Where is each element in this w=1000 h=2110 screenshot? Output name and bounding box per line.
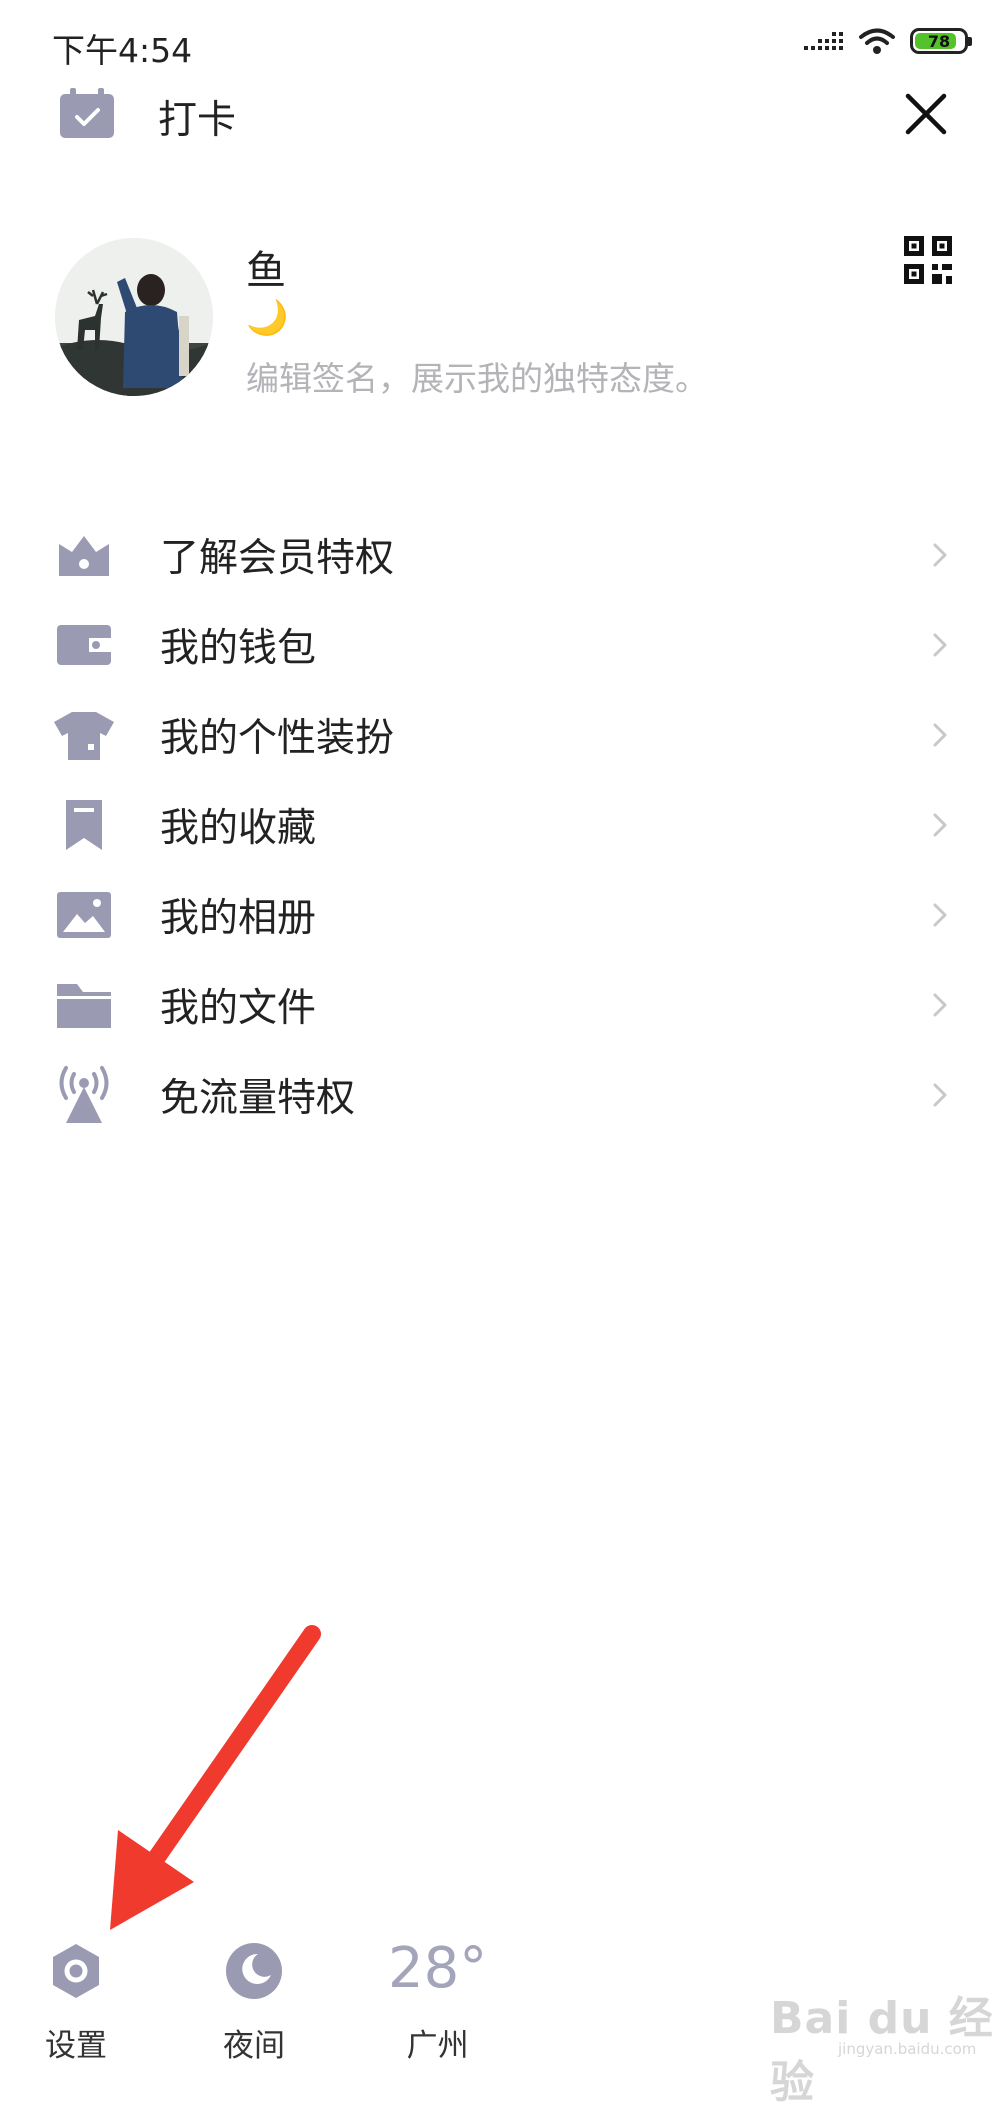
close-button[interactable] bbox=[898, 86, 954, 142]
night-mode-button[interactable]: 夜间 bbox=[223, 1940, 285, 2065]
signal-tower-icon bbox=[52, 1063, 116, 1127]
wifi-icon bbox=[859, 28, 895, 54]
status-time: 下午4:54 bbox=[52, 31, 193, 70]
menu-item-label: 我的个性装扮 bbox=[160, 716, 395, 761]
chevron-right-icon bbox=[933, 903, 947, 927]
photo-icon bbox=[52, 883, 116, 947]
menu-item-favorites[interactable]: 我的收藏 bbox=[0, 775, 1000, 875]
folder-icon bbox=[52, 973, 116, 1037]
cellular-signal-icon bbox=[804, 32, 843, 50]
chevron-right-icon bbox=[933, 723, 947, 747]
wallet-icon bbox=[52, 613, 116, 677]
settings-button[interactable]: 设置 bbox=[45, 1940, 107, 2065]
settings-label: 设置 bbox=[45, 2028, 107, 2064]
settings-icon bbox=[53, 1944, 99, 1998]
annotation-arrow bbox=[110, 1625, 321, 1930]
menu-item-files[interactable]: 我的文件 bbox=[0, 955, 1000, 1055]
status-moon-emoji[interactable]: 🌙 bbox=[246, 298, 288, 338]
menu-item-label: 了解会员特权 bbox=[160, 536, 395, 581]
chevron-right-icon bbox=[933, 543, 947, 567]
battery-level: 78 bbox=[927, 31, 951, 51]
chevron-right-icon bbox=[933, 1083, 947, 1107]
qr-code-icon[interactable] bbox=[904, 236, 952, 284]
chevron-right-icon bbox=[933, 993, 947, 1017]
menu-item-theme[interactable]: 我的个性装扮 bbox=[0, 685, 1000, 785]
menu-item-label: 免流量特权 bbox=[160, 1076, 356, 1121]
menu-item-label: 我的相册 bbox=[160, 896, 317, 941]
battery-indicator: 78 bbox=[910, 28, 972, 54]
username[interactable]: 鱼 bbox=[246, 238, 286, 296]
menu-item-label: 我的收藏 bbox=[160, 806, 317, 851]
menu-item-album[interactable]: 我的相册 bbox=[0, 865, 1000, 965]
status-icons: 78 bbox=[804, 26, 972, 56]
crown-icon bbox=[52, 523, 116, 587]
menu-item-free-data[interactable]: 免流量特权 bbox=[0, 1045, 1000, 1145]
bookmark-icon bbox=[52, 793, 116, 857]
shirt-icon bbox=[52, 703, 116, 767]
menu-item-label: 我的文件 bbox=[160, 986, 317, 1031]
watermark-url: jingyan.baidu.com bbox=[838, 2040, 977, 2058]
weather-city: 广州 bbox=[406, 2028, 469, 2064]
night-mode-label: 夜间 bbox=[223, 2028, 285, 2064]
chevron-right-icon bbox=[933, 813, 947, 837]
menu-item-label: 我的钱包 bbox=[160, 626, 317, 671]
checkin-label[interactable]: 打卡 bbox=[158, 89, 236, 145]
calendar-check-icon[interactable] bbox=[58, 88, 116, 144]
weather-temperature: 28° bbox=[388, 1936, 488, 2001]
weather-widget[interactable]: 28° 广州 bbox=[388, 1940, 487, 2065]
chevron-right-icon bbox=[933, 633, 947, 657]
avatar[interactable] bbox=[55, 238, 213, 396]
menu-item-vip[interactable]: 了解会员特权 bbox=[0, 505, 1000, 605]
moon-icon bbox=[226, 1943, 282, 1999]
menu-item-wallet[interactable]: 我的钱包 bbox=[0, 595, 1000, 695]
close-icon bbox=[905, 93, 947, 135]
signature-placeholder[interactable]: 编辑签名，展示我的独特态度。 bbox=[246, 352, 708, 400]
